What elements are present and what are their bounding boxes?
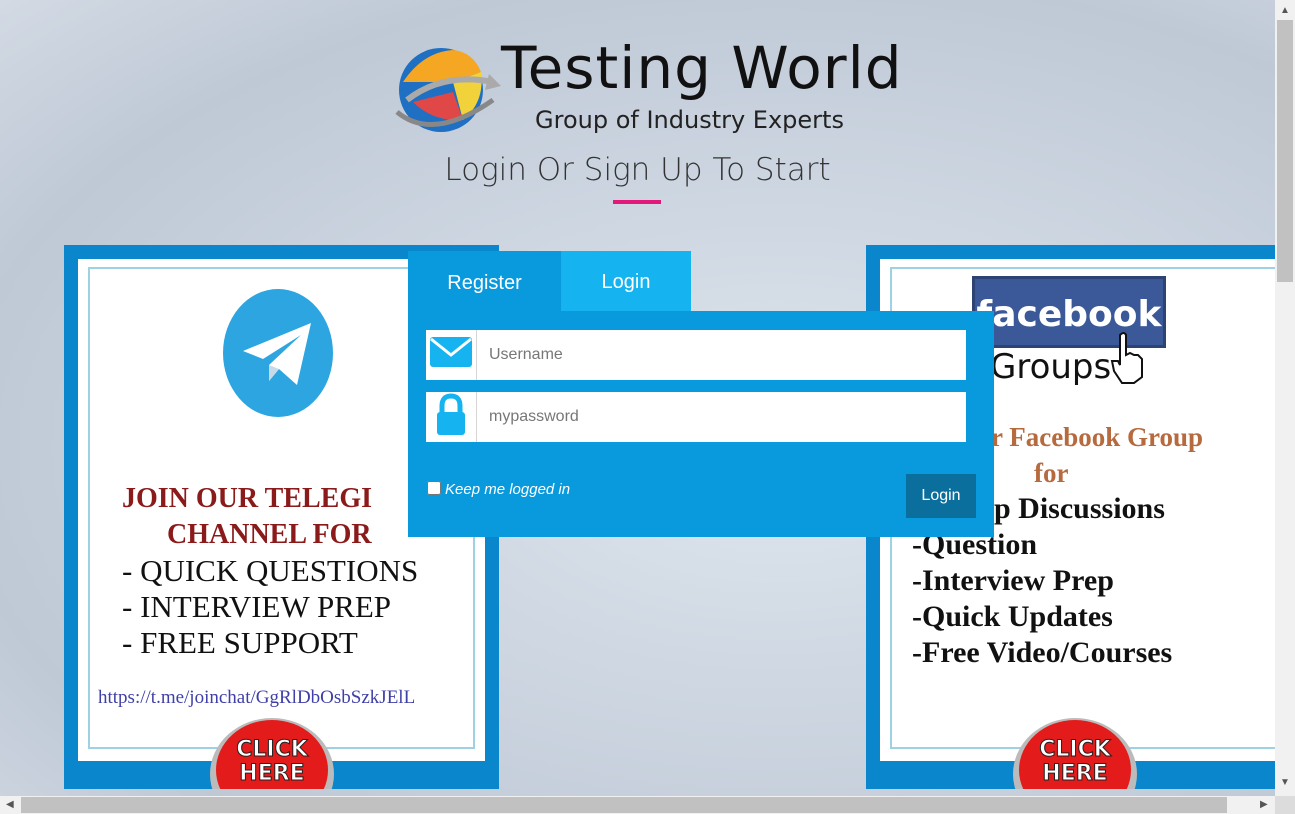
username-input[interactable] [477,330,969,380]
envelope-icon [426,330,477,380]
facebook-item: -Quick Updates [912,600,1113,633]
click-here-button[interactable]: CLICK HERE [1013,714,1137,789]
telegram-icon [223,289,333,417]
scroll-down-icon[interactable]: ▼ [1280,778,1290,788]
keep-logged-in-label: Keep me logged in [445,481,571,498]
page-headline: Login Or Sign Up To Start [444,152,831,188]
svg-text:CLICK: CLICK [1039,737,1111,762]
globe-puzzle-icon [395,48,501,132]
tab-login[interactable]: Login [561,251,691,311]
logo-title: Testing World [501,34,903,102]
password-input[interactable] [477,392,969,442]
scroll-up-icon[interactable]: ▲ [1280,6,1290,16]
facebook-item: -Interview Prep [912,564,1114,597]
telegram-item: - INTERVIEW PREP [122,589,392,624]
telegram-heading-line1: JOIN OUR TELEGI [122,483,372,514]
facebook-heading-line1: ur Facebook Group [976,422,1204,452]
facebook-item: -Free Video/Courses [912,636,1173,669]
vertical-scroll-thumb[interactable] [1277,20,1293,282]
facebook-heading-line2: for [1034,458,1069,488]
scroll-left-icon[interactable]: ◀ [6,800,14,810]
login-panel: Keep me logged in Login [408,311,994,537]
site-logo: Testing World Group of Industry Experts [393,34,902,140]
svg-text:HERE: HERE [239,761,304,786]
password-field [426,392,969,442]
scroll-right-icon[interactable]: ▶ [1260,800,1268,810]
telegram-link[interactable]: https://t.me/joinchat/GgRlDbOsbSzkJElL [98,687,415,709]
telegram-heading-line2: CHANNEL FOR [167,519,372,550]
headline-underline [613,200,661,204]
facebook-item: p Discussions [994,492,1165,525]
logo-subtitle: Group of Industry Experts [535,106,844,134]
username-field [426,330,969,380]
facebook-groups-label: Groups [990,347,1112,387]
vertical-scrollbar[interactable]: ▲ ▼ [1275,0,1295,796]
click-here-button[interactable]: CLICK HERE [210,714,334,789]
telegram-item: - FREE SUPPORT [122,625,358,660]
keep-logged-in-checkbox[interactable] [427,481,441,495]
login-form: Register Login Keep me logged in [408,251,994,537]
tab-register[interactable]: Register [408,251,561,311]
horizontal-scrollbar[interactable]: ◀ ▶ [0,796,1275,814]
keep-logged-in[interactable]: Keep me logged in [427,481,570,498]
login-button[interactable]: Login [906,474,976,518]
hand-cursor-icon [1110,332,1143,384]
telegram-item: - QUICK QUESTIONS [122,553,419,588]
horizontal-scroll-thumb[interactable] [21,797,1227,813]
svg-text:HERE: HERE [1042,761,1107,786]
lock-icon [426,392,477,442]
scrollbar-corner [1275,796,1295,814]
svg-text:CLICK: CLICK [236,737,308,762]
